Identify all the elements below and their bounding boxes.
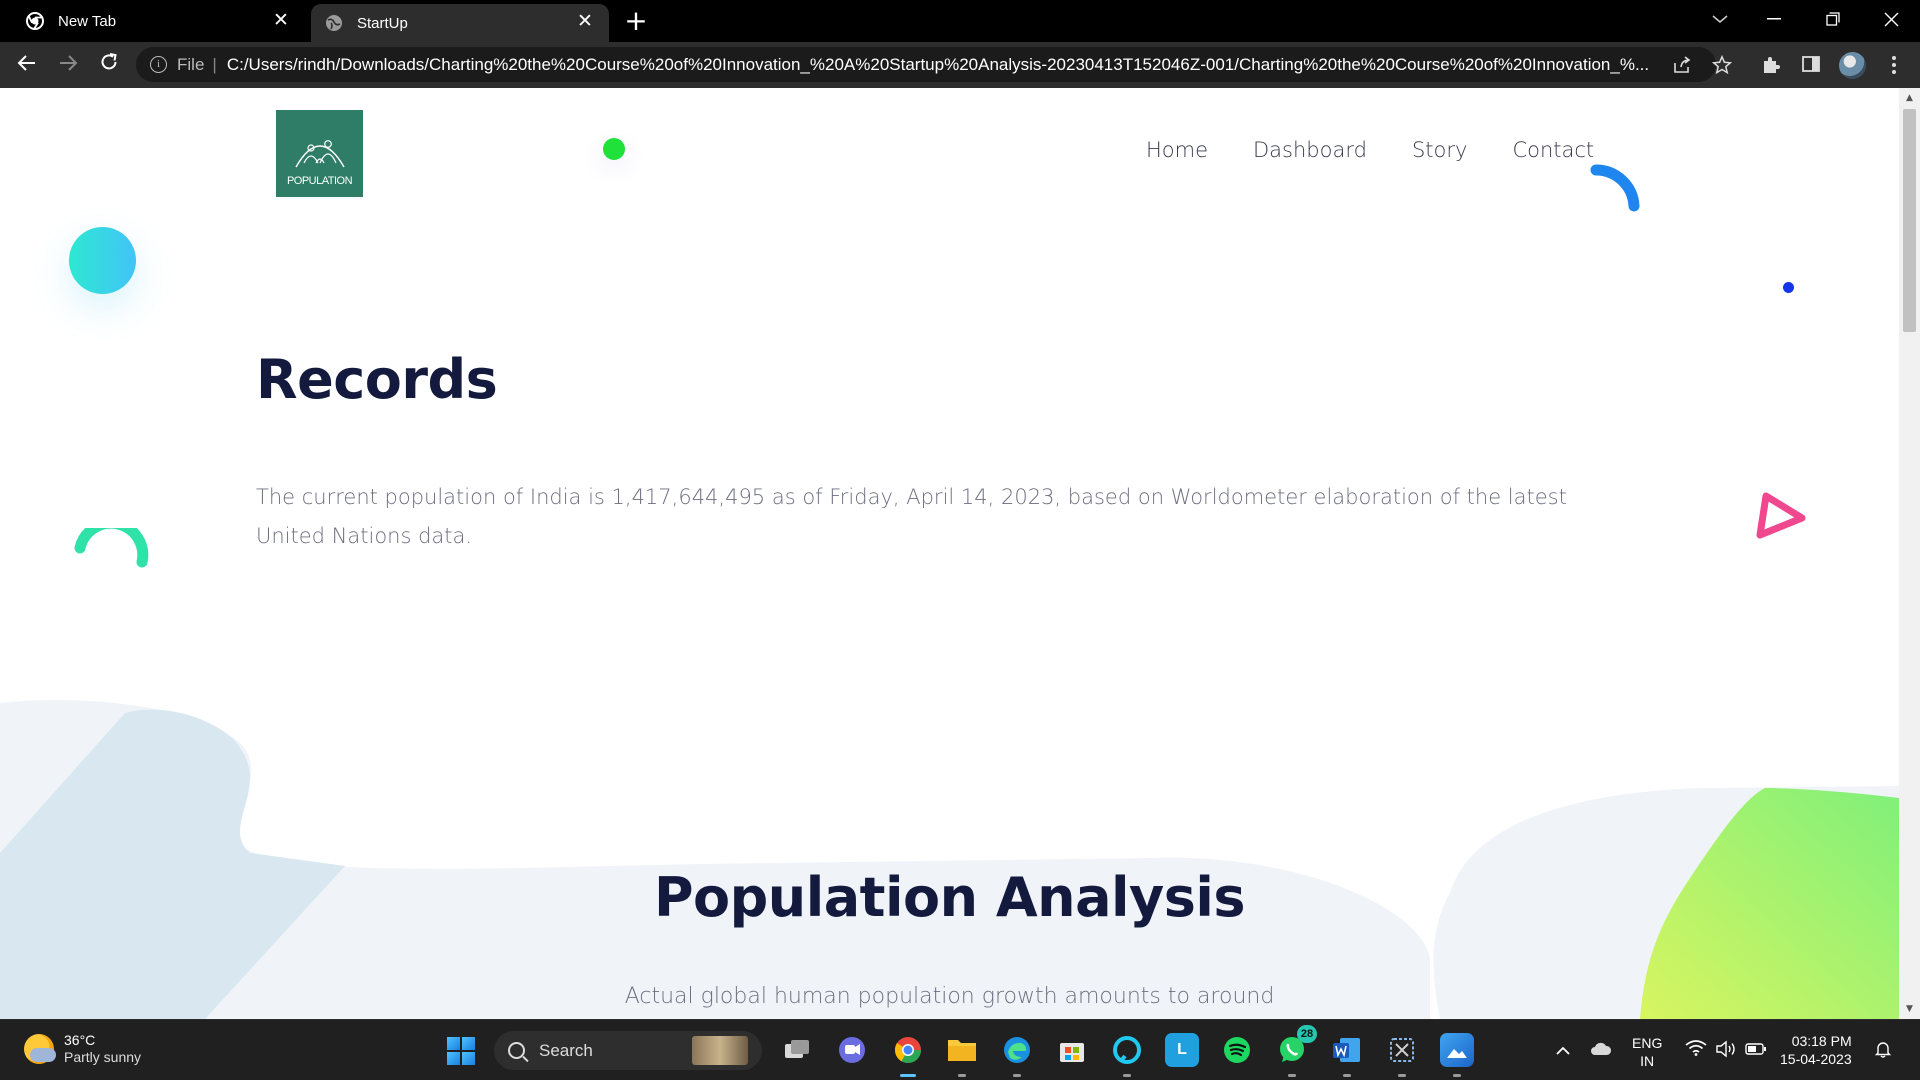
- alexa-icon[interactable]: [1110, 1033, 1144, 1077]
- weather-condition: Partly sunny: [64, 1049, 142, 1065]
- search-icon: [508, 1042, 525, 1059]
- nav-dashboard[interactable]: Dashboard: [1253, 138, 1367, 162]
- language-code: ENG: [1632, 1035, 1663, 1051]
- records-heading: Records: [256, 348, 498, 411]
- address-bar[interactable]: i File | C:/Users/rindh/Downloads/Charti…: [136, 47, 1716, 82]
- population-logo[interactable]: POPULATION: [276, 110, 363, 197]
- extensions-puzzle-icon[interactable]: [1760, 55, 1782, 77]
- search-highlight-image: [692, 1036, 748, 1065]
- new-tab-button[interactable]: +: [622, 6, 650, 36]
- nav-story[interactable]: Story: [1412, 138, 1467, 162]
- records-paragraph: The current population of India is 1,417…: [256, 485, 1567, 548]
- tab-title: New Tab: [58, 12, 117, 30]
- population-analysis-paragraph: Actual global human population growth am…: [624, 984, 1275, 1009]
- scroll-up-arrow-icon[interactable]: ▲: [1899, 90, 1920, 106]
- teams-chat-icon[interactable]: [835, 1033, 869, 1067]
- l-app-icon[interactable]: L: [1165, 1033, 1199, 1067]
- population-analysis-heading: Population Analysis: [653, 866, 1246, 929]
- tab-search-chevron-icon[interactable]: [1692, 0, 1748, 38]
- running-app-indicator: [1398, 1074, 1406, 1077]
- page-viewport: POPULATION Home Dashboard Story Contact …: [0, 88, 1899, 1019]
- blue-arc-decoration: [1590, 164, 1640, 212]
- volume-icon[interactable]: [1715, 1040, 1737, 1062]
- windows-start-icon[interactable]: [447, 1037, 475, 1065]
- partly-sunny-icon: [24, 1034, 56, 1064]
- main-nav: Home Dashboard Story Contact: [1146, 138, 1594, 162]
- running-app-indicator: [1013, 1074, 1021, 1077]
- clock-time: 03:18 PM: [1791, 1033, 1852, 1049]
- pink-triangle-decoration: [1756, 492, 1806, 539]
- minimize-icon[interactable]: [1746, 0, 1802, 38]
- weather-temp: 36°C: [64, 1032, 96, 1048]
- language-indicator[interactable]: ENG IN: [1632, 1034, 1662, 1070]
- nav-contact[interactable]: Contact: [1512, 138, 1594, 162]
- windows-taskbar: 36°C Partly sunny Search L 28 ENG IN 03:…: [0, 1019, 1920, 1080]
- weather-widget[interactable]: 36°C Partly sunny: [24, 1032, 141, 1066]
- tab-startup[interactable]: StartUp ✕: [311, 4, 609, 42]
- scrollbar-thumb[interactable]: [1903, 109, 1916, 332]
- people-arch-icon: [294, 140, 345, 168]
- scroll-down-arrow-icon[interactable]: ▼: [1899, 1001, 1920, 1017]
- green-dot-decoration: [603, 138, 625, 160]
- tab-new-tab[interactable]: New Tab ✕: [0, 0, 305, 42]
- search-placeholder: Search: [539, 1040, 593, 1060]
- bookmark-star-icon[interactable]: [1711, 54, 1733, 77]
- close-window-icon[interactable]: [1863, 0, 1919, 38]
- running-app-indicator: [1123, 1074, 1131, 1077]
- logo-text: POPULATION: [286, 175, 353, 187]
- restore-icon[interactable]: [1805, 0, 1861, 38]
- address-separator: |: [212, 54, 217, 74]
- chrome-icon: [24, 10, 46, 32]
- browser-toolbar: i File | C:/Users/rindh/Downloads/Charti…: [0, 42, 1920, 88]
- reload-icon[interactable]: [94, 51, 124, 81]
- snipping-tool-icon[interactable]: [1385, 1033, 1419, 1077]
- scheme-label: File: [177, 54, 205, 74]
- taskbar-search[interactable]: Search: [494, 1031, 762, 1070]
- profile-avatar[interactable]: [1839, 52, 1866, 79]
- system-clock[interactable]: 03:18 PM 15-04-2023: [1780, 1032, 1852, 1068]
- onedrive-cloud-icon[interactable]: [1590, 1040, 1612, 1062]
- spotify-icon[interactable]: [1220, 1033, 1254, 1067]
- show-hidden-icons-chevron-icon[interactable]: [1552, 1040, 1574, 1062]
- close-tab-icon[interactable]: ✕: [271, 11, 291, 31]
- battery-icon[interactable]: [1745, 1040, 1767, 1062]
- site-info-icon[interactable]: i: [150, 56, 167, 73]
- close-tab-icon[interactable]: ✕: [575, 12, 595, 32]
- page-scrollbar[interactable]: ▲ ▼: [1899, 88, 1920, 1019]
- browser-tab-strip: New Tab ✕ StartUp ✕ +: [0, 0, 1920, 42]
- teal-arc-decoration: [74, 528, 149, 568]
- whatsapp-icon[interactable]: 28: [1275, 1025, 1317, 1077]
- share-icon[interactable]: [1671, 55, 1693, 77]
- back-arrow-icon[interactable]: [12, 51, 42, 81]
- blue-dot-decoration: [1783, 282, 1794, 293]
- running-app-indicator: [1343, 1074, 1351, 1077]
- running-app-indicator: [1288, 1074, 1296, 1077]
- running-app-indicator: [958, 1074, 966, 1077]
- wifi-icon[interactable]: [1685, 1040, 1707, 1062]
- chrome-taskbar-icon[interactable]: [891, 1033, 925, 1077]
- microsoft-store-icon[interactable]: [1055, 1033, 1089, 1067]
- edge-browser-icon[interactable]: [1000, 1033, 1034, 1077]
- task-view-icon[interactable]: [780, 1033, 814, 1067]
- notifications-bell-icon[interactable]: [1872, 1040, 1894, 1062]
- tab-title: StartUp: [357, 14, 408, 32]
- word-icon[interactable]: [1330, 1033, 1364, 1077]
- url-text[interactable]: C:/Users/rindh/Downloads/Charting%20the%…: [227, 55, 1657, 75]
- file-explorer-icon[interactable]: [945, 1033, 979, 1077]
- running-app-indicator: [1453, 1074, 1461, 1077]
- clock-date: 15-04-2023: [1780, 1051, 1852, 1067]
- active-app-indicator: [900, 1074, 916, 1077]
- photos-icon[interactable]: [1440, 1033, 1474, 1077]
- region-code: IN: [1640, 1053, 1655, 1069]
- cyan-circle-decoration: [69, 227, 136, 294]
- notification-badge: 28: [1297, 1025, 1317, 1043]
- globe-icon: [323, 12, 345, 34]
- side-panel-icon[interactable]: [1800, 55, 1822, 77]
- menu-kebab-icon[interactable]: [1883, 55, 1905, 77]
- forward-arrow-icon[interactable]: [53, 51, 83, 81]
- nav-home[interactable]: Home: [1146, 138, 1208, 162]
